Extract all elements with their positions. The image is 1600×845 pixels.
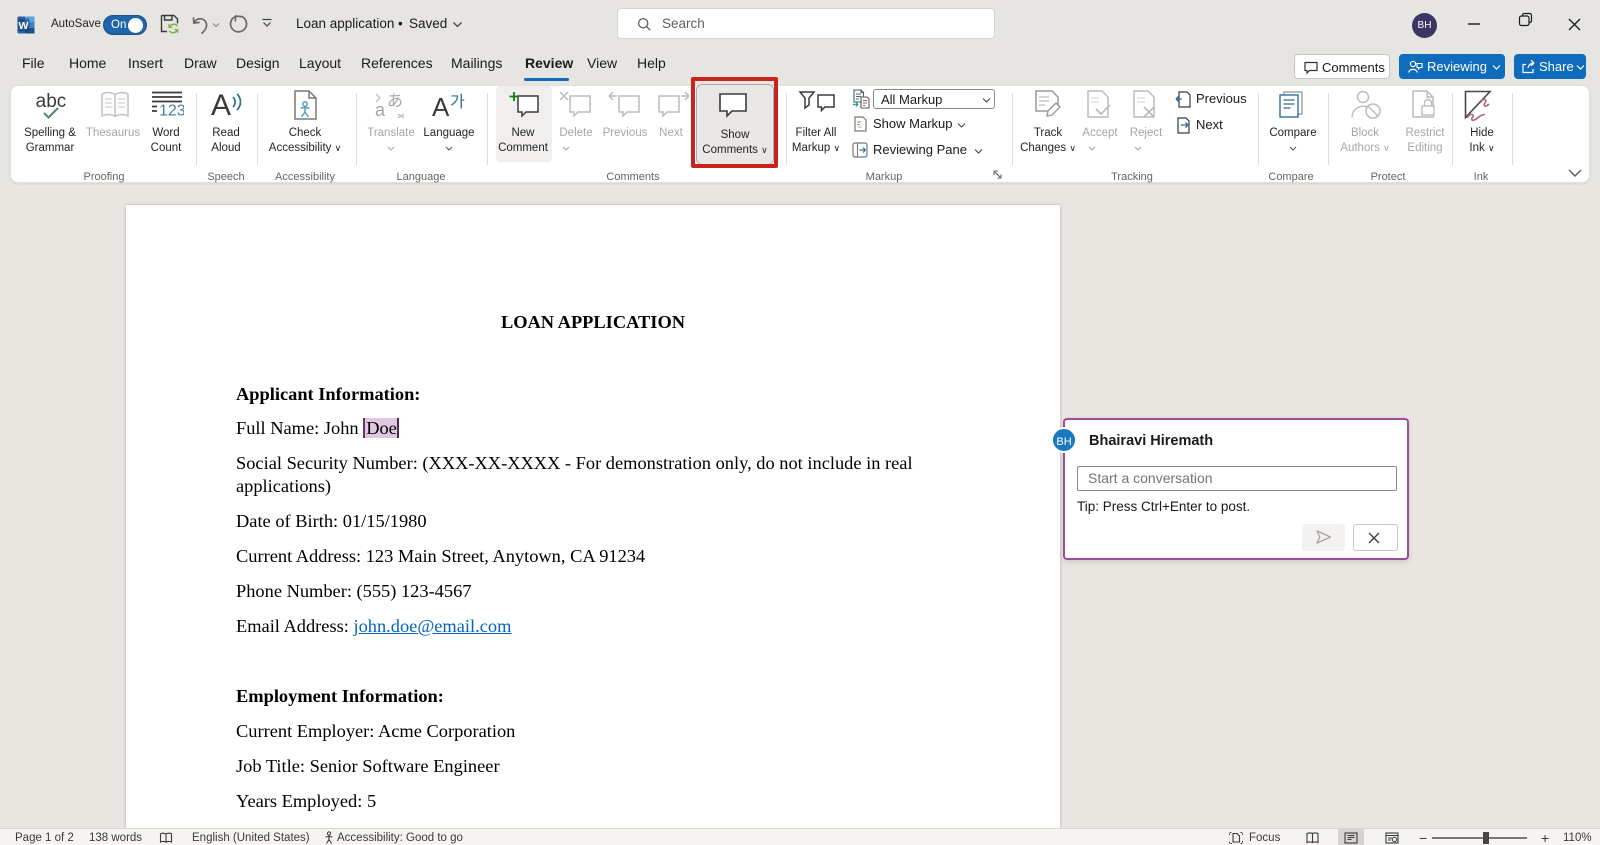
svg-text:a: a	[375, 100, 386, 120]
svg-text:A: A	[432, 92, 450, 121]
svg-text:あ: あ	[387, 92, 403, 110]
svg-text:가: 가	[450, 93, 465, 111]
svg-text:123: 123	[159, 103, 184, 120]
svg-text:A: A	[211, 89, 231, 121]
svg-text:abc: abc	[36, 91, 67, 112]
svg-text:W: W	[18, 20, 28, 32]
